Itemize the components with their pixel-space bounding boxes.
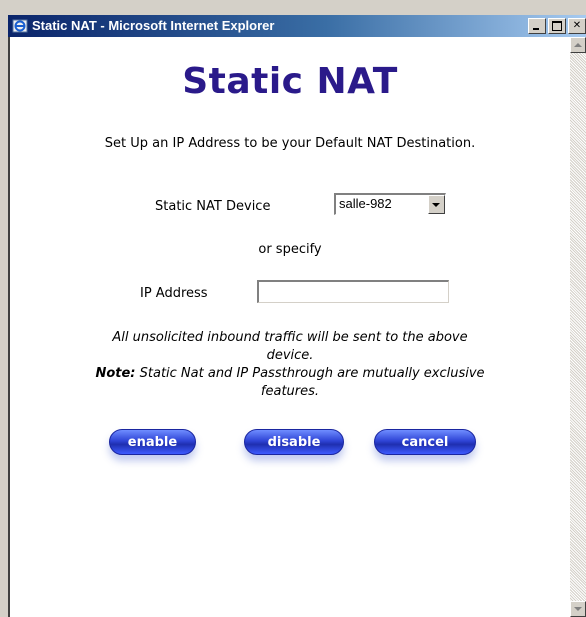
note-line: All unsolicited inbound traffic will be … (112, 330, 468, 363)
ip-address-input[interactable] (257, 280, 449, 303)
ip-address-label: IP Address (140, 286, 208, 301)
note-text: All unsolicited inbound traffic will be … (95, 329, 485, 401)
or-specify-text: or specify (258, 242, 322, 257)
minimize-icon[interactable] (528, 18, 546, 34)
chevron-down-icon[interactable] (428, 195, 445, 214)
scroll-down-icon[interactable] (570, 601, 586, 617)
maximize-icon[interactable] (548, 18, 566, 34)
browser-window: Static NAT - Microsoft Internet Explorer… (0, 0, 586, 617)
ie-icon (12, 18, 28, 34)
note-body: Static Nat and IP Passthrough are mutual… (139, 366, 485, 399)
page-content: Static NAT Set Up an IP Address to be yo… (10, 37, 570, 617)
action-buttons: enable disable cancel (10, 429, 570, 469)
device-select-value: salle-982 (339, 196, 392, 211)
window-title: Static NAT - Microsoft Internet Explorer (32, 18, 275, 33)
static-nat-device-label: Static NAT Device (155, 199, 271, 214)
title-bar[interactable]: Static NAT - Microsoft Internet Explorer… (8, 15, 586, 37)
enable-button[interactable]: enable (109, 429, 196, 455)
page-viewport: Static NAT Set Up an IP Address to be yo… (8, 37, 586, 617)
cancel-button[interactable]: cancel (374, 429, 476, 455)
window-controls: ✕ (526, 18, 586, 34)
page-title: Static NAT (182, 61, 398, 102)
scroll-up-icon[interactable] (570, 37, 586, 53)
intro-text: Set Up an IP Address to be your Default … (104, 136, 476, 151)
close-icon[interactable]: ✕ (568, 18, 586, 34)
note-label: Note: (95, 366, 136, 381)
static-nat-device-select[interactable]: salle-982 (334, 193, 446, 215)
vertical-scrollbar[interactable] (570, 37, 586, 617)
disable-button[interactable]: disable (244, 429, 344, 455)
